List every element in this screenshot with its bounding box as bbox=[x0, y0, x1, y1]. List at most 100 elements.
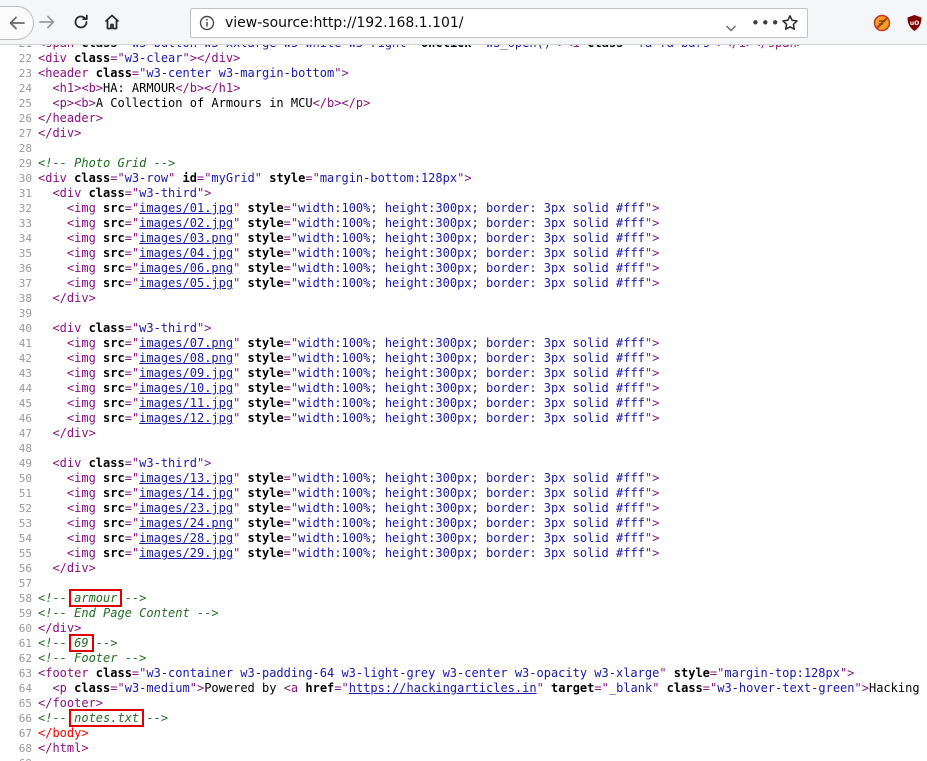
source-line-62: 62 <!-- Footer --> bbox=[0, 651, 927, 666]
plain-text bbox=[38, 81, 52, 95]
reload-button[interactable] bbox=[66, 7, 96, 37]
tag-text: <img bbox=[66, 396, 104, 410]
attribute-name: class bbox=[88, 456, 125, 470]
attribute-name: class bbox=[587, 45, 623, 50]
tag-text: "> bbox=[839, 666, 855, 680]
plain-text bbox=[38, 426, 52, 440]
source-link[interactable]: images/10.jpg bbox=[139, 381, 233, 395]
tag-text: <div bbox=[52, 321, 89, 335]
source-link[interactable]: images/03.png bbox=[139, 231, 233, 245]
source-link[interactable]: images/29.jpg bbox=[139, 546, 233, 560]
info-icon[interactable] bbox=[199, 15, 215, 35]
source-link[interactable]: images/13.jpg bbox=[139, 471, 233, 485]
attribute-name: src bbox=[103, 366, 125, 380]
tag-text: <h1><b> bbox=[52, 81, 104, 95]
tag-text: " bbox=[233, 471, 248, 485]
url-bar[interactable]: view-source:http://192.168.1.101/ ••• bbox=[190, 8, 808, 38]
source-link[interactable]: images/09.jpg bbox=[139, 366, 233, 380]
tag-text: =" bbox=[283, 366, 299, 380]
blocked-extension-icon[interactable] bbox=[873, 14, 891, 36]
tag-text: " bbox=[233, 411, 248, 425]
source-line-29: 29 <!-- Photo Grid --> bbox=[0, 156, 927, 171]
chevron-down-icon[interactable] bbox=[725, 18, 737, 37]
tag-text: "> bbox=[196, 456, 212, 470]
back-button[interactable] bbox=[0, 6, 34, 40]
tag-text: =" bbox=[117, 45, 131, 50]
tag-text: "> bbox=[644, 471, 660, 485]
source-line-33: 33 <img src="images/02.jpg" style="width… bbox=[0, 216, 927, 231]
tag-text: <img bbox=[66, 411, 104, 425]
attribute-value: w3-medium bbox=[124, 681, 190, 695]
source-link[interactable]: https://hackingarticles.in bbox=[349, 681, 537, 695]
tag-text: " bbox=[406, 45, 420, 50]
source-link[interactable]: images/07.png bbox=[139, 336, 233, 350]
line-number: 54 bbox=[18, 532, 32, 545]
source-line-44: 44 <img src="images/10.jpg" style="width… bbox=[0, 381, 927, 396]
line-number: 24 bbox=[18, 82, 32, 95]
highlighted-comment-text: notes.txt bbox=[74, 711, 140, 725]
plain-text bbox=[38, 681, 52, 695]
attribute-name: style bbox=[247, 396, 284, 410]
star-bookmark-icon[interactable] bbox=[781, 14, 799, 36]
source-line-39: 39 bbox=[0, 306, 927, 321]
ublock-shield-icon[interactable]: uO bbox=[906, 14, 923, 36]
tag-text: "> bbox=[644, 336, 660, 350]
source-link[interactable]: images/05.jpg bbox=[139, 276, 233, 290]
source-link[interactable]: images/11.jpg bbox=[139, 396, 233, 410]
attribute-name: class bbox=[95, 666, 132, 680]
source-link[interactable]: images/12.jpg bbox=[139, 411, 233, 425]
tag-text: "> bbox=[644, 366, 660, 380]
attribute-name: class bbox=[88, 321, 125, 335]
tag-text: " bbox=[233, 486, 248, 500]
attribute-value: myGrid bbox=[211, 171, 255, 185]
tag-text: =" bbox=[283, 216, 299, 230]
tag-text: =" bbox=[283, 531, 299, 545]
source-link[interactable]: images/08.png bbox=[139, 351, 233, 365]
browser-toolbar: view-source:http://192.168.1.101/ ••• uO bbox=[0, 0, 927, 45]
attribute-name: style bbox=[247, 411, 284, 425]
line-number: 37 bbox=[18, 277, 32, 290]
line-number: 38 bbox=[18, 292, 32, 305]
tag-text: </div> bbox=[38, 621, 82, 635]
tag-text: =" bbox=[124, 396, 140, 410]
source-link[interactable]: images/23.jpg bbox=[139, 501, 233, 515]
more-dots-icon[interactable]: ••• bbox=[751, 14, 781, 32]
tag-text: <div bbox=[38, 51, 75, 65]
source-link[interactable]: images/04.jpg bbox=[139, 246, 233, 260]
line-number: 32 bbox=[18, 202, 32, 215]
tag-text: </html> bbox=[38, 741, 89, 755]
forward-arrow-icon bbox=[38, 13, 56, 31]
source-link[interactable]: images/06.png bbox=[139, 261, 233, 275]
source-link[interactable]: images/28.jpg bbox=[139, 531, 233, 545]
tag-text: "> bbox=[644, 231, 660, 245]
tag-text: =" bbox=[283, 336, 299, 350]
attribute-value: width:100%; height:300px; border: 3px so… bbox=[298, 276, 645, 290]
tag-text: =" bbox=[124, 471, 140, 485]
tag-text: "> bbox=[644, 351, 660, 365]
forward-button[interactable] bbox=[32, 7, 62, 37]
highlighted-comment-text: 69 bbox=[74, 636, 89, 650]
line-number: 28 bbox=[18, 142, 32, 155]
source-link[interactable]: images/01.jpg bbox=[139, 201, 233, 215]
attribute-value: width:100%; height:300px; border: 3px so… bbox=[298, 261, 645, 275]
source-line-45: 45 <img src="images/11.jpg" style="width… bbox=[0, 396, 927, 411]
attribute-name: style bbox=[247, 261, 284, 275]
plain-text bbox=[38, 201, 67, 215]
tag-text: =" bbox=[283, 276, 299, 290]
url-text[interactable]: view-source:http://192.168.1.101/ bbox=[225, 15, 464, 31]
line-number: 66 bbox=[18, 712, 32, 725]
line-number: 49 bbox=[18, 457, 32, 470]
tag-text: =" bbox=[124, 231, 140, 245]
tag-text: =" bbox=[124, 501, 140, 515]
home-button[interactable] bbox=[97, 7, 127, 37]
source-link[interactable]: images/24.png bbox=[139, 516, 233, 530]
line-number: 68 bbox=[18, 742, 32, 755]
source-link[interactable]: images/14.jpg bbox=[139, 486, 233, 500]
tag-text: =" bbox=[124, 381, 140, 395]
line-number: 22 bbox=[18, 52, 32, 65]
source-link[interactable]: images/02.jpg bbox=[139, 216, 233, 230]
tag-text: <img bbox=[66, 261, 104, 275]
attribute-value: w3-third bbox=[139, 321, 197, 335]
source-line-41: 41 <img src="images/07.png" style="width… bbox=[0, 336, 927, 351]
attribute-value: width:100%; height:300px; border: 3px so… bbox=[298, 501, 645, 515]
